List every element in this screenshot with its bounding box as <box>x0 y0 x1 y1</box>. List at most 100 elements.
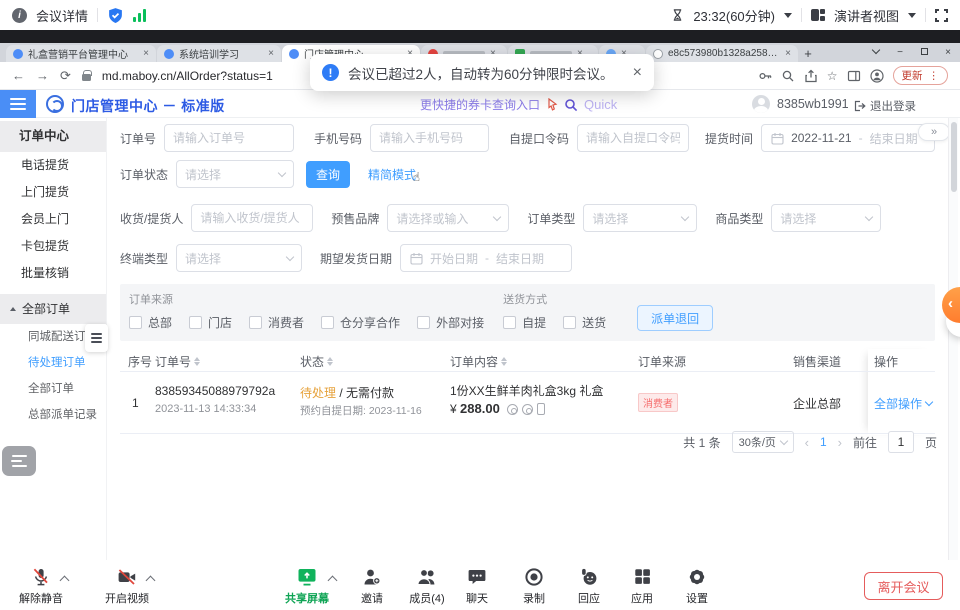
prev-page-button[interactable]: ‹ <box>805 435 809 450</box>
checkbox-hq[interactable]: 总部 <box>129 314 172 331</box>
timer-caret-down-icon[interactable] <box>784 13 792 18</box>
sidebar-item-member-visit[interactable]: 会员上门 <box>0 206 106 233</box>
sidebar-item-phone-pickup[interactable]: 电话提货 <box>0 152 106 179</box>
settings-button[interactable]: 设置 <box>665 566 729 606</box>
search-button[interactable]: 查询 <box>306 161 350 188</box>
goto-page-input[interactable] <box>888 431 914 453</box>
window-close-button[interactable]: × <box>936 47 960 58</box>
share-screen-button[interactable]: 共享屏幕 <box>275 566 339 606</box>
sort-icon[interactable] <box>327 357 333 366</box>
profile-avatar-icon[interactable] <box>870 69 884 83</box>
quick-label[interactable]: Quick <box>584 97 617 112</box>
expand-filters-button[interactable]: » <box>918 123 950 141</box>
sidebar-item-hq-dispatch-records[interactable]: 总部派单记录 <box>0 402 106 428</box>
checkbox-icon[interactable] <box>563 316 576 329</box>
order-type-select[interactable]: 请选择 <box>583 204 697 232</box>
leave-meeting-button[interactable]: 离开会议 <box>864 572 943 600</box>
delivery-method-label: 送货方式 <box>503 291 623 307</box>
sidebar-section-order-center[interactable]: 订单中心 <box>0 121 106 152</box>
checkbox-icon[interactable] <box>189 316 202 329</box>
chrome-update-button[interactable]: 更新 ⋮ <box>893 66 949 85</box>
bookmark-star-icon[interactable]: ☆ <box>827 69 838 83</box>
sidebar-item-batch-verify[interactable]: 批量核销 <box>0 260 106 287</box>
checkbox-icon[interactable] <box>417 316 430 329</box>
page-scrollbar[interactable] <box>948 118 958 560</box>
share-icon[interactable] <box>804 69 818 83</box>
sidebar-item-card-pickup[interactable]: 卡包提货 <box>0 233 106 260</box>
col-content[interactable]: 订单内容 <box>450 353 507 370</box>
pickup-time-range-picker[interactable]: 2022-11-21 - 结束日期 <box>761 124 935 152</box>
view-mode-label[interactable]: 演讲者视图 <box>834 6 899 25</box>
goods-type-select[interactable]: 请选择 <box>771 204 881 232</box>
checkbox-icon[interactable] <box>503 316 516 329</box>
row-action-dropdown[interactable]: 全部操作 <box>874 395 932 412</box>
security-shield-icon[interactable] <box>107 7 124 24</box>
meeting-info-label[interactable]: 会议详情 <box>36 6 88 25</box>
table-row[interactable]: 1 83859345088979792a 2023-11-13 14:33:34… <box>120 372 935 434</box>
chat-button[interactable]: 聊天 <box>445 566 509 606</box>
tab-close-icon[interactable]: × <box>785 48 791 59</box>
tab-close-icon[interactable]: × <box>143 48 149 59</box>
view-caret-down-icon[interactable] <box>908 13 916 18</box>
checkbox-external[interactable]: 外部对接 <box>417 314 484 331</box>
forward-button[interactable]: → <box>36 68 49 83</box>
checkbox-icon[interactable] <box>321 316 334 329</box>
checkbox-delivery[interactable]: 送货 <box>563 314 606 331</box>
back-button[interactable]: ← <box>12 68 25 83</box>
sidebar-item-door-pickup[interactable]: 上门提货 <box>0 179 106 206</box>
col-order-no[interactable]: 订单号 <box>155 353 200 370</box>
page-size-select[interactable]: 30条/页 <box>732 431 794 453</box>
url-field[interactable]: md.maboy.cn/AllOrder?status=1 <box>102 69 273 83</box>
browser-tab-7[interactable]: e8c573980b1328a2586d2e6i8 × <box>646 45 798 62</box>
order-status-select[interactable]: 请选择 <box>176 160 294 188</box>
ssl-lock-icon[interactable] <box>82 74 91 81</box>
toast-close-icon[interactable]: × <box>633 64 642 82</box>
phone-input[interactable] <box>370 124 489 152</box>
fullscreen-icon[interactable] <box>935 9 948 22</box>
refresh-button[interactable]: ⟳ <box>60 68 71 84</box>
order-no-input[interactable] <box>164 124 294 152</box>
scrollbar-thumb[interactable] <box>951 122 957 192</box>
maximize-button[interactable] <box>912 47 936 58</box>
browser-tab-2[interactable]: 系统培训学习 × <box>157 45 281 62</box>
checkbox-icon[interactable] <box>249 316 262 329</box>
dispatch-return-button[interactable]: 派单退回 <box>637 305 713 331</box>
password-key-icon[interactable] <box>758 69 772 83</box>
tab-search-icon[interactable] <box>864 47 888 59</box>
checkbox-icon[interactable] <box>129 316 142 329</box>
next-page-button[interactable]: › <box>838 435 842 450</box>
sort-icon[interactable] <box>501 357 507 366</box>
browser-menu-icon[interactable]: ⋮ <box>929 70 940 82</box>
pickup-code-input[interactable] <box>577 124 689 152</box>
sort-icon[interactable] <box>194 357 200 366</box>
minimize-button[interactable]: − <box>888 47 912 58</box>
sidebar-item-pending-orders[interactable]: 待处理订单 <box>0 350 106 376</box>
sidebar-collapse-handle[interactable] <box>85 324 108 352</box>
checkbox-self-pickup[interactable]: 自提 <box>503 314 546 331</box>
terminal-type-select[interactable]: 请选择 <box>176 244 302 272</box>
new-tab-button[interactable]: + <box>799 45 817 62</box>
presale-brand-select[interactable]: 请选择或输入 <box>387 204 509 232</box>
quick-search-icon[interactable] <box>564 98 578 112</box>
meeting-info-icon[interactable]: i <box>12 8 27 23</box>
logout-button[interactable]: 退出登录 <box>854 98 916 114</box>
sidebar-toggle-button[interactable] <box>0 90 36 118</box>
quick-menu-fab[interactable] <box>2 446 36 476</box>
sidebar-group-all-orders[interactable]: 全部订单 <box>0 294 106 324</box>
unmute-button[interactable]: 解除静音 <box>9 566 73 606</box>
start-video-button[interactable]: 开启视频 <box>95 566 159 606</box>
checkbox-store[interactable]: 门店 <box>189 314 232 331</box>
col-status[interactable]: 状态 <box>300 353 333 370</box>
checkbox-consumer[interactable]: 消费者 <box>249 314 304 331</box>
sidebar-item-all-orders[interactable]: 全部订单 <box>0 376 106 402</box>
promo-link[interactable]: 更快捷的券卡查询入口 <box>420 96 540 113</box>
current-page[interactable]: 1 <box>820 435 827 449</box>
zoom-icon[interactable] <box>781 69 795 83</box>
checkbox-warehouse-share[interactable]: 仓分享合作 <box>321 314 400 331</box>
ship-date-range-picker[interactable]: 开始日期 - 结束日期 <box>400 244 572 272</box>
simple-mode-link[interactable]: 精简模式 ☝ <box>368 166 416 183</box>
tab-close-icon[interactable]: × <box>268 48 274 59</box>
browser-tab-1[interactable]: 礼盒营销平台管理中心 × <box>6 45 156 62</box>
side-panel-icon[interactable] <box>847 69 861 83</box>
receiver-input[interactable] <box>191 204 313 232</box>
